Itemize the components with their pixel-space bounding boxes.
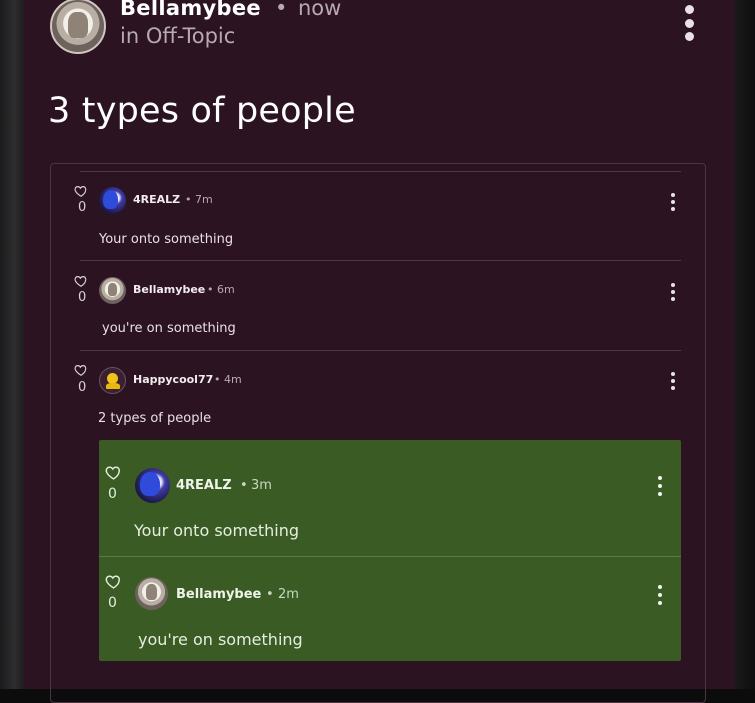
reply-more-vertical-icon[interactable] [657, 476, 663, 496]
comment-time: 7m [195, 193, 213, 206]
comment-like-count: 0 [78, 290, 87, 305]
comments-divider [80, 171, 681, 172]
comment-divider [80, 350, 681, 351]
comment-avatar[interactable] [99, 367, 126, 394]
comment-avatar[interactable] [99, 277, 126, 304]
reply-time: 2m [278, 587, 299, 602]
comment-like-count: 0 [78, 200, 87, 215]
background-right-edge [735, 0, 755, 689]
heart-icon[interactable] [105, 573, 122, 590]
reply-like-count: 0 [108, 595, 117, 611]
comment-meta-separator: • [214, 373, 221, 386]
post-title: 3 types of people [48, 91, 356, 131]
post-author-name[interactable]: Bellamybee [120, 0, 261, 20]
comment-more-vertical-icon[interactable] [670, 193, 676, 211]
comment-time: 6m [217, 283, 235, 296]
heart-icon[interactable] [74, 363, 88, 377]
reply-time: 3m [251, 478, 272, 493]
reply-author[interactable]: Bellamybee [176, 587, 261, 602]
post-meta-separator: • [275, 0, 288, 20]
reply-text: Your onto something [134, 521, 300, 540]
comment-divider [80, 260, 681, 261]
comment-text: 2 types of people [98, 411, 212, 426]
reply-divider [99, 556, 681, 557]
reply-more-vertical-icon[interactable] [657, 585, 663, 605]
comment-more-vertical-icon[interactable] [670, 283, 676, 301]
comment-like-count: 0 [78, 380, 87, 395]
comment-meta-separator: • [185, 193, 192, 206]
comment-time: 4m [224, 373, 242, 386]
comment-author[interactable]: 4REALZ [133, 193, 180, 206]
heart-icon[interactable] [74, 274, 88, 288]
comment-author[interactable]: Bellamybee [133, 283, 205, 296]
reply-text: you're on something [138, 630, 303, 649]
comment-meta-separator: • [207, 283, 214, 296]
heart-icon[interactable] [105, 464, 122, 481]
comment-author[interactable]: Happycool77 [133, 373, 213, 386]
reply-meta-separator: • [266, 587, 274, 602]
reply-avatar[interactable] [135, 577, 168, 610]
highlighted-replies [99, 440, 681, 661]
post-more-vertical-icon[interactable] [682, 5, 696, 41]
reply-meta-separator: • [240, 478, 248, 493]
reply-like-count: 0 [108, 486, 117, 502]
reply-author[interactable]: 4REALZ [176, 478, 232, 493]
reply-avatar[interactable] [135, 468, 170, 503]
post-author-avatar[interactable] [50, 0, 106, 54]
post-time: now [298, 0, 342, 20]
comment-text: Your onto something [99, 232, 234, 247]
comment-text: you're on something [102, 321, 236, 336]
heart-icon[interactable] [74, 184, 88, 198]
comment-more-vertical-icon[interactable] [670, 372, 676, 390]
post-community[interactable]: in Off-Topic [120, 24, 235, 48]
comment-avatar[interactable] [99, 187, 126, 214]
background-left-edge [0, 0, 24, 689]
